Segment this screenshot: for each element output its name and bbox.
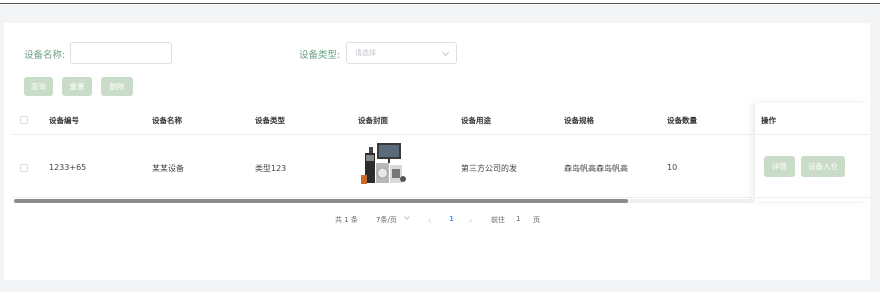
top-divider: [0, 3, 880, 4]
header-device-name: 设备名称: [152, 116, 182, 125]
device-type-select[interactable]: 请选择: [346, 42, 457, 64]
header-device-cover: 设备封面: [358, 116, 388, 125]
device-name-input[interactable]: [70, 42, 172, 64]
reset-button[interactable]: 重置: [62, 77, 92, 96]
cell-device-type: 类型123: [255, 164, 287, 173]
appliances-image: [361, 143, 406, 184]
select-all-checkbox[interactable]: [20, 116, 28, 124]
row-divider: [12, 197, 752, 198]
prev-page-icon[interactable]: ‹: [428, 216, 431, 225]
fixed-operation-column: 操作: [755, 103, 870, 201]
pagination-total: 共 1 条: [335, 216, 358, 224]
warehouse-in-button[interactable]: 设备入仓: [801, 156, 845, 177]
content-card: 设备名称: 设备类型: 请选择 查询 重置 删除 设备编号 设备名称 设备类型 …: [4, 23, 870, 280]
chevron-down-icon[interactable]: [404, 214, 410, 220]
cell-device-spec: 森岛帆高森岛帆高: [564, 164, 628, 173]
row-checkbox[interactable]: [20, 164, 28, 172]
page-size-select[interactable]: 7条/页: [376, 215, 397, 225]
cell-device-usage: 第三方公司的发: [461, 164, 517, 173]
header-device-type: 设备类型: [255, 116, 285, 125]
goto-page-input[interactable]: 1: [516, 215, 520, 223]
header-device-spec: 设备规格: [564, 116, 594, 125]
next-page-icon[interactable]: ›: [469, 216, 472, 225]
header-device-usage: 设备用途: [461, 116, 491, 125]
operation-header-divider: [755, 134, 870, 135]
header-divider: [12, 134, 752, 135]
header-device-code: 设备编号: [49, 116, 79, 125]
header-operation: 操作: [761, 116, 776, 125]
device-type-label: 设备类型:: [299, 50, 341, 61]
current-page[interactable]: 1: [449, 215, 454, 223]
device-name-label: 设备名称:: [24, 50, 66, 61]
page-unit-label: 页: [533, 216, 540, 224]
header-device-quantity: 设备数量: [667, 116, 697, 125]
cell-device-code: 1233+65: [49, 163, 87, 172]
goto-label: 前往: [491, 216, 505, 224]
cell-device-name: 某某设备: [152, 164, 184, 173]
device-type-placeholder: 请选择: [355, 49, 376, 57]
chevron-down-icon: [441, 48, 450, 57]
query-button[interactable]: 查询: [24, 77, 53, 96]
horizontal-scrollbar-thumb[interactable]: [14, 199, 628, 203]
cell-device-quantity: 10: [667, 163, 678, 172]
details-button[interactable]: 详情: [764, 156, 795, 177]
delete-button[interactable]: 删除: [101, 77, 133, 96]
operation-row-divider: [755, 197, 870, 198]
